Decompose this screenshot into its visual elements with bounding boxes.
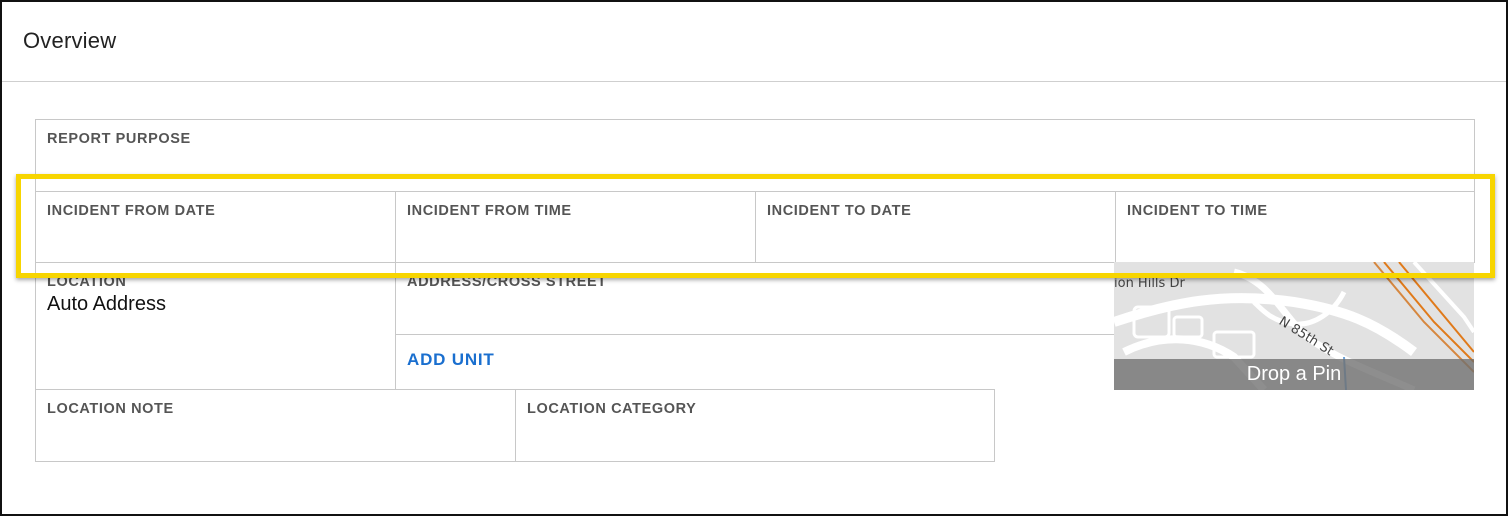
incident-from-time-label: INCIDENT FROM TIME — [407, 203, 572, 219]
report-purpose-label: REPORT PURPOSE — [47, 131, 191, 147]
location-value: Auto Address — [47, 293, 166, 315]
location-label: LOCATION — [47, 274, 127, 290]
address-cross-street-field[interactable]: ADDRESS/CROSS STREET — [395, 262, 1116, 335]
address-cross-street-label: ADDRESS/CROSS STREET — [407, 274, 607, 290]
drop-a-pin-button[interactable]: Drop a Pin — [1114, 359, 1474, 390]
incident-from-date-field[interactable]: INCIDENT FROM DATE — [35, 191, 396, 263]
location-map[interactable]: ion Hills Dr N 85th St Drop a Pin — [1114, 262, 1474, 390]
incident-to-time-field[interactable]: INCIDENT TO TIME — [1115, 191, 1475, 263]
incident-from-time-field[interactable]: INCIDENT FROM TIME — [395, 191, 756, 263]
incident-to-time-label: INCIDENT TO TIME — [1127, 203, 1268, 219]
incident-from-date-label: INCIDENT FROM DATE — [47, 203, 216, 219]
map-street-label: ion Hills Dr — [1114, 276, 1185, 291]
incident-to-date-field[interactable]: INCIDENT TO DATE — [755, 191, 1116, 263]
page-title: Overview — [23, 28, 117, 53]
location-note-field[interactable]: LOCATION NOTE — [35, 389, 516, 462]
location-category-label: LOCATION CATEGORY — [527, 401, 697, 417]
panel-header: Overview — [2, 2, 1506, 82]
add-unit-button[interactable]: ADD UNIT — [407, 350, 495, 370]
location-category-field[interactable]: LOCATION CATEGORY — [515, 389, 995, 462]
location-field[interactable]: LOCATION Auto Address — [35, 262, 396, 391]
incident-to-date-label: INCIDENT TO DATE — [767, 203, 912, 219]
location-note-label: LOCATION NOTE — [47, 401, 174, 417]
report-purpose-field[interactable]: REPORT PURPOSE — [35, 119, 1475, 193]
